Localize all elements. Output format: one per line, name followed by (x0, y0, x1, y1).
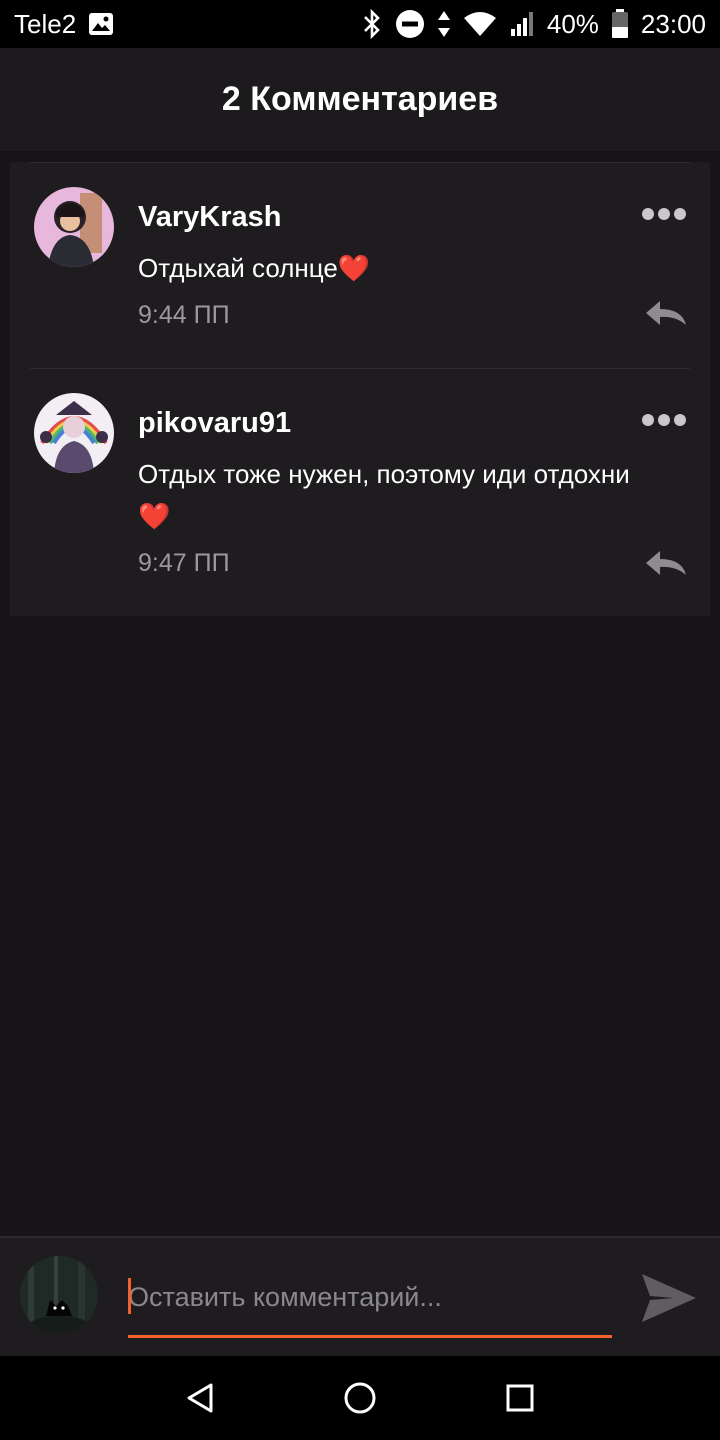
status-bar: Tele2 40% 23:00 (0, 0, 720, 48)
comment-text: Отдых тоже нужен, поэтому иди отдохни (138, 459, 630, 489)
heart-emoji: ❤️ (337, 253, 371, 283)
avatar[interactable] (34, 393, 114, 473)
clock: 23:00 (640, 8, 706, 39)
battery-icon (611, 9, 629, 39)
send-button[interactable] (638, 1270, 700, 1326)
battery-percent: 40% (546, 8, 599, 39)
reply-icon[interactable] (644, 549, 688, 579)
signal-icon (509, 11, 535, 37)
comment-time: 9:44 ПП (138, 301, 230, 329)
comment-input[interactable] (128, 1266, 612, 1338)
back-button[interactable] (170, 1368, 230, 1428)
wifi-icon (463, 11, 497, 37)
carrier-name: Tele2 (14, 8, 77, 39)
system-nav-bar (0, 1356, 720, 1440)
do-not-disturb-icon (395, 9, 425, 39)
comment-username[interactable]: pikovaru91 (138, 407, 291, 440)
page-title: 2 Комментариев (221, 80, 499, 118)
comment-item: pikovaru91 Отдых тоже нужен, поэтому иди… (30, 368, 690, 616)
comment-text-wrap: Отдыхай солнце❤️ (138, 247, 698, 289)
send-icon (642, 1274, 696, 1322)
comment-text: Отдыхай солнце (138, 253, 338, 283)
recents-icon (506, 1384, 534, 1412)
comment-username[interactable]: VaryKrash (138, 201, 282, 234)
home-icon (344, 1382, 376, 1414)
image-icon (88, 12, 114, 36)
comments-header: 2 Комментариев (0, 48, 720, 152)
avatar[interactable] (34, 187, 114, 267)
comment-time: 9:47 ПП (138, 549, 230, 577)
reply-icon[interactable] (644, 299, 688, 329)
more-options-icon[interactable] (642, 413, 686, 427)
text-cursor (128, 1278, 131, 1314)
comment-item: VaryKrash Отдыхай солнце❤️ 9:44 ПП (30, 162, 690, 368)
more-options-icon[interactable] (642, 207, 686, 221)
comments-list: VaryKrash Отдыхай солнце❤️ 9:44 ПП pikov… (10, 162, 710, 616)
heart-emoji: ❤️ (138, 501, 171, 531)
recents-button[interactable] (490, 1368, 550, 1428)
comment-text-wrap: Отдых тоже нужен, поэтому иди отдохни ❤️ (138, 453, 698, 537)
my-avatar (20, 1256, 98, 1334)
back-icon (187, 1383, 213, 1413)
data-arrows-icon (437, 10, 451, 38)
comment-composer (0, 1236, 720, 1356)
home-button[interactable] (330, 1368, 390, 1428)
bluetooth-icon (361, 9, 383, 39)
